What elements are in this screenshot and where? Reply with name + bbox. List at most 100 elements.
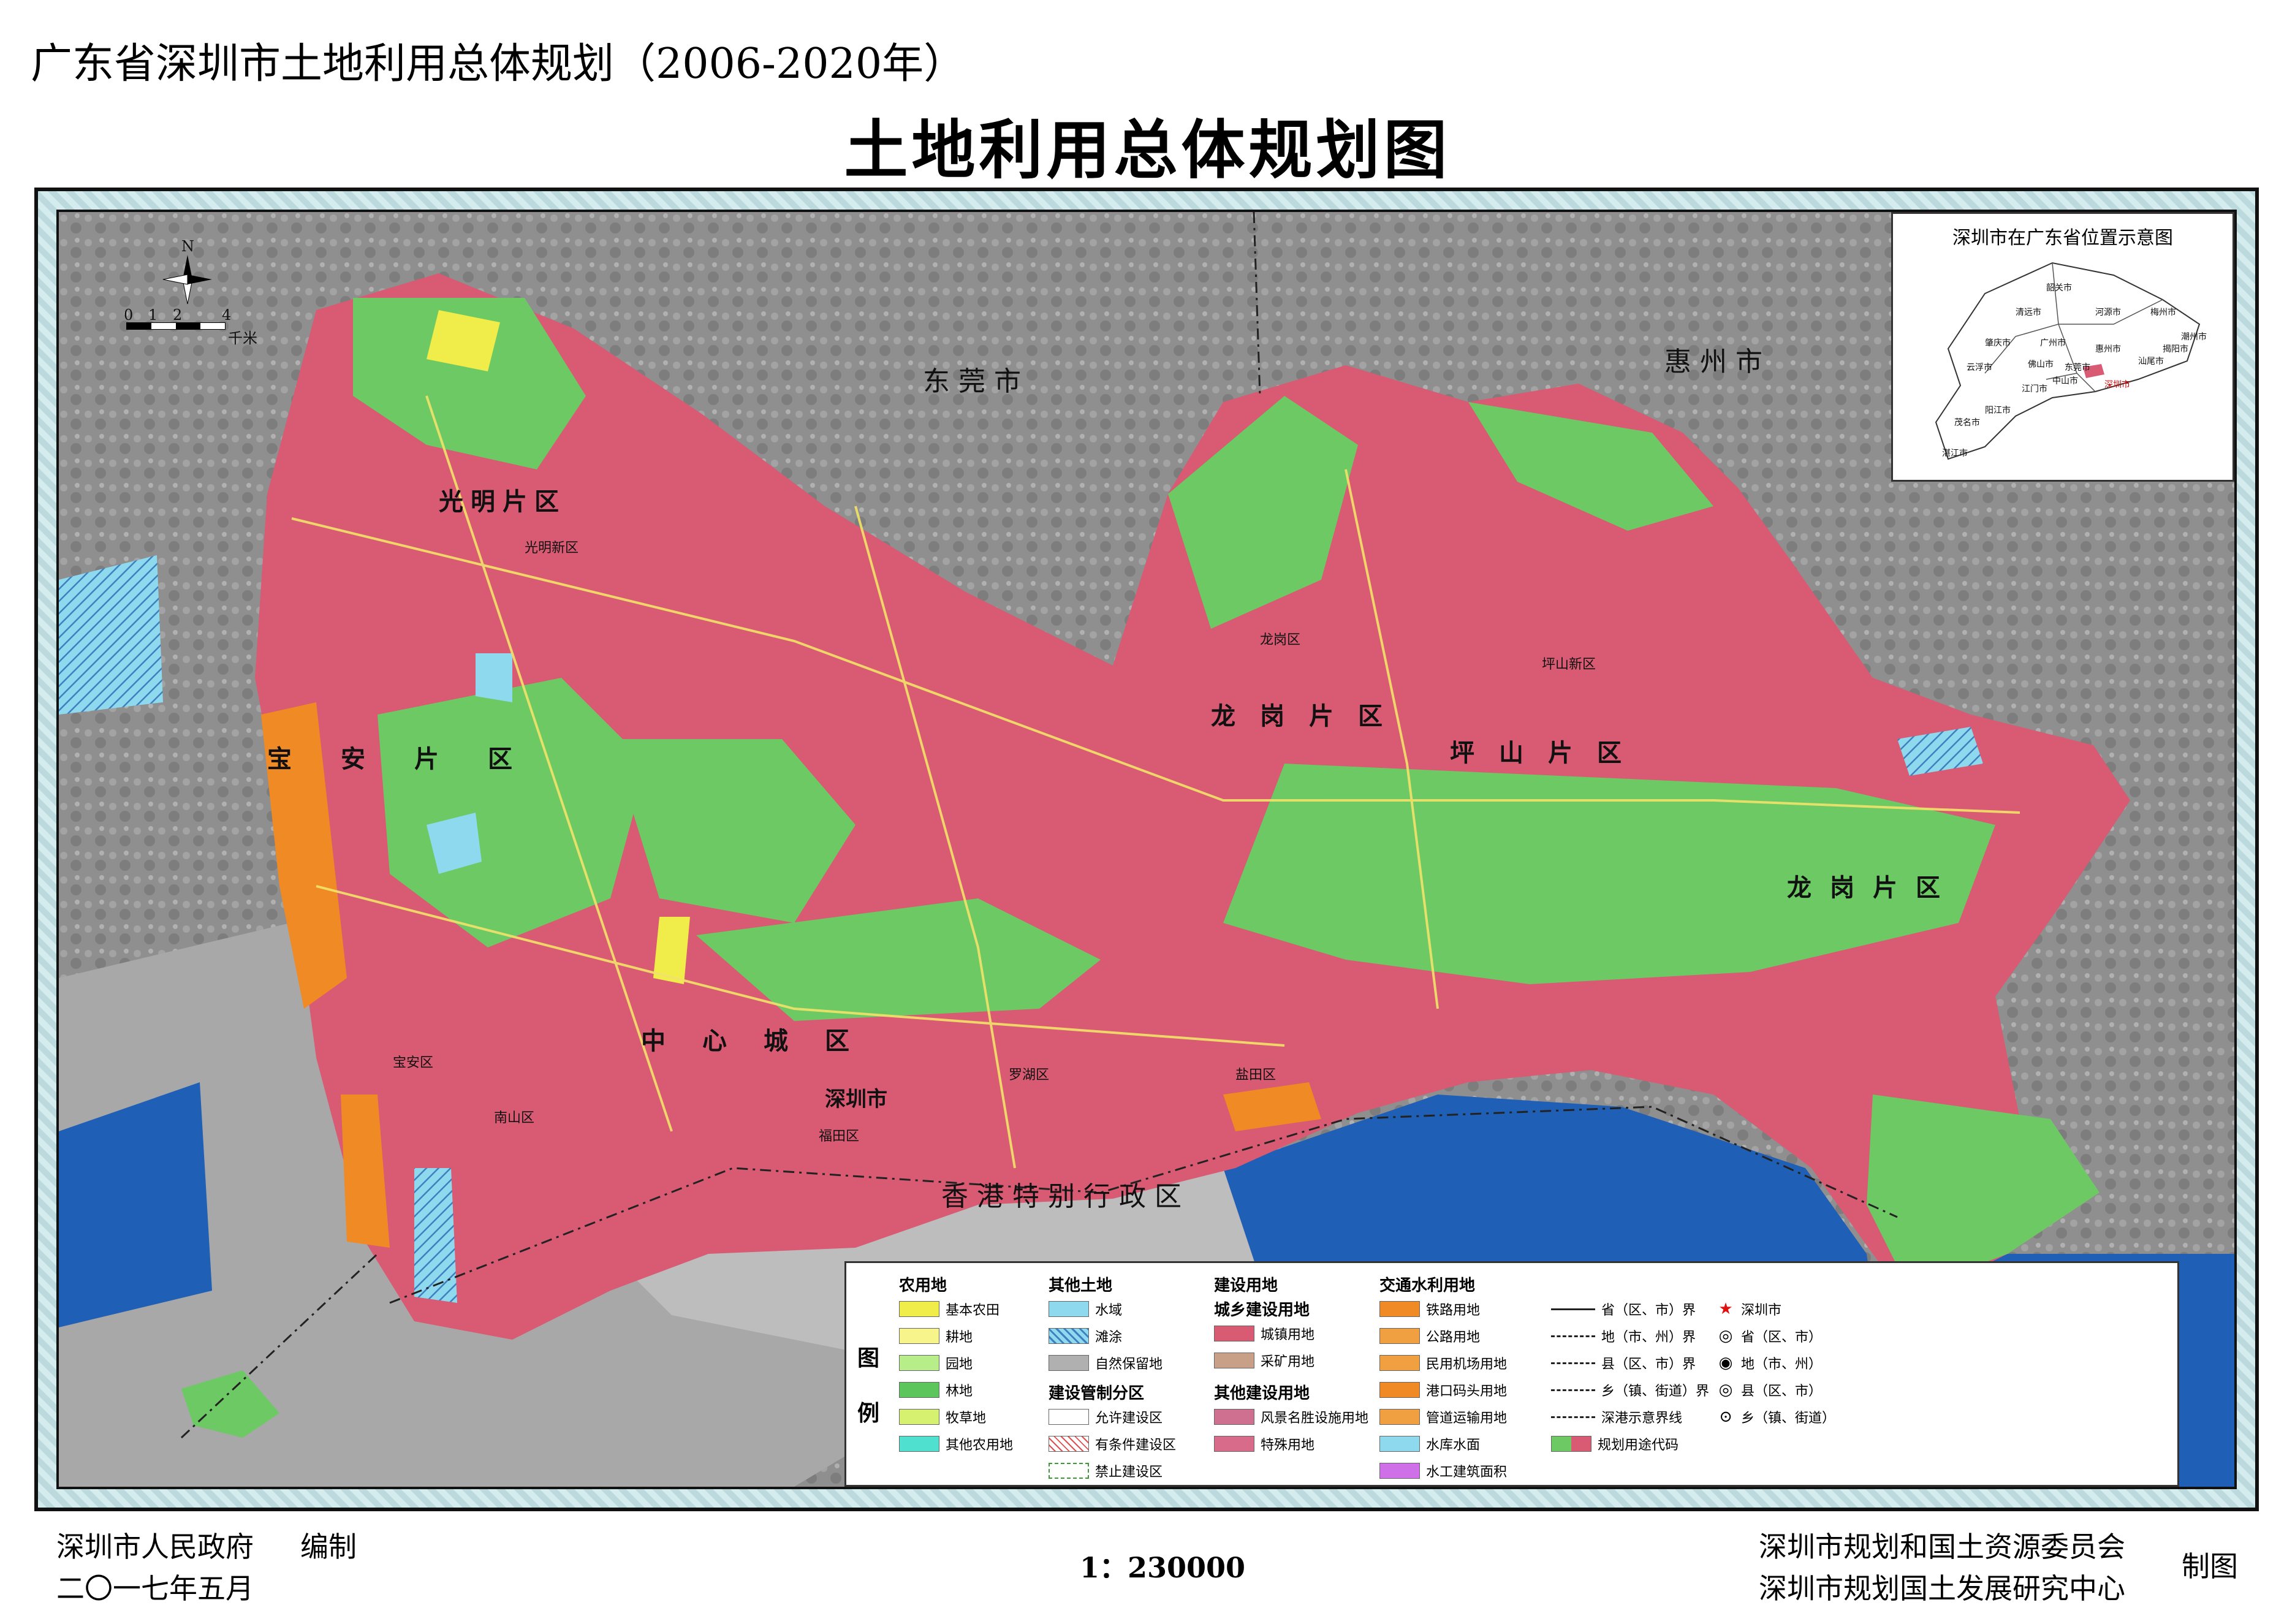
label-huizhou: 惠州市 — [1664, 346, 1771, 378]
legend-code-item-label: 规划用途代码 — [1598, 1438, 1679, 1453]
legend-transport-item-5-label: 水库水面 — [1426, 1438, 1481, 1453]
legend-transport-item-2-label: 民用机场用地 — [1426, 1357, 1508, 1372]
legend-transport-item-1: 公路用地 — [1379, 1327, 1480, 1345]
legend-boundary-item-2: 县（区、市）界 — [1551, 1354, 1696, 1372]
inset-city-10: 云浮市 — [1967, 363, 1992, 373]
legend-side-char-2: 例 — [857, 1400, 880, 1426]
scale-tick-2: 2 — [173, 306, 183, 324]
footer-right-org1: 深圳市规划和国土资源委员会 — [1759, 1530, 2125, 1563]
legend-other-construction-title: 其他建设用地 — [1214, 1384, 1310, 1403]
legend-zoning-item-1-label: 有条件建设区 — [1095, 1438, 1177, 1453]
inset-city-15: 阳江市 — [1985, 406, 2011, 415]
reservoir-1 — [476, 653, 512, 702]
legend-transport-item-6-label: 水工建筑面积 — [1426, 1465, 1508, 1480]
footer-right-action: 制图 — [2182, 1550, 2238, 1583]
legend-transport-6-swatch — [1379, 1463, 1420, 1479]
inset-city-4: 潮州市 — [2181, 332, 2207, 342]
footer-right-org2: 深圳市规划国土发展研究中心 — [1759, 1572, 2125, 1605]
label-pingshan-new: 坪山新区 — [1542, 657, 1596, 672]
legend-agri-item-3-label: 林地 — [946, 1384, 973, 1399]
legend-zoning-item-2-label: 禁止建设区 — [1095, 1465, 1163, 1480]
legend-side-char-1: 图 — [857, 1345, 880, 1371]
label-guangming-district: 光明片区 — [439, 487, 566, 516]
inset-city-8: 汕尾市 — [2138, 357, 2164, 366]
scale-tick-1: 1 — [148, 306, 158, 324]
label-guangming-new: 光明新区 — [525, 541, 579, 556]
legend-transport-item-1-label: 公路用地 — [1426, 1330, 1481, 1345]
inset-city-9: 揭阳市 — [2163, 344, 2188, 354]
legend-zoning-item-1: 有条件建设区 — [1049, 1435, 1176, 1453]
legend-symbol-item-0-label: 深圳市 — [1741, 1303, 1782, 1318]
legend-boundary-2-line — [1551, 1362, 1595, 1364]
inset-city-6: 广州市 — [2040, 338, 2066, 348]
label-dongguan: 东莞市 — [923, 366, 1030, 397]
legend-other-construction-item-1-label: 特殊用地 — [1261, 1438, 1315, 1453]
scale-unit: 千米 — [228, 330, 257, 347]
footer-left-action: 编制 — [300, 1530, 357, 1563]
label-yantian: 盐田区 — [1235, 1068, 1276, 1083]
legend-symbol-2-icon: ◉ — [1718, 1354, 1733, 1372]
legend-agri-item-5-label: 其他农用地 — [946, 1438, 1014, 1453]
legend-transport-item-5: 水库水面 — [1379, 1435, 1480, 1453]
legend-agri-1-swatch — [899, 1328, 939, 1344]
label-shenzhen-city: 深圳市 — [825, 1087, 887, 1112]
legend-boundary-item-1: 地（市、州）界 — [1551, 1327, 1696, 1345]
legend-agri-item-2: 园地 — [899, 1354, 973, 1372]
inset-city-0: 韶关市 — [2046, 283, 2072, 293]
legend-boundary-3-line — [1551, 1389, 1595, 1391]
legend-transport-0-swatch — [1379, 1301, 1420, 1317]
legend-side-label: 图 例 — [857, 1330, 879, 1441]
legend-symbol-0-icon: ★ — [1718, 1300, 1733, 1318]
footer-scale: 1：230000 — [1080, 1551, 1246, 1584]
map-area[interactable]: N 0 1 2 4 千米 东莞市 惠州市 香港特别行政区 光明片区 宝安片区 龙… — [56, 210, 2237, 1489]
legend-symbol-item-3-label: 县（区、市） — [1741, 1384, 1823, 1399]
legend-other-item-0-label: 水域 — [1095, 1303, 1123, 1318]
inset-city-12: 东莞市 — [2065, 363, 2090, 373]
legend-agri-4-swatch — [899, 1409, 939, 1425]
legend-other-item-2-label: 自然保留地 — [1095, 1357, 1163, 1372]
legend-other-construction-1-swatch — [1214, 1436, 1254, 1452]
legend-zoning-1-swatch — [1049, 1436, 1089, 1452]
legend-other-item-0: 水域 — [1049, 1300, 1122, 1318]
compass-and-scale: N 0 1 2 4 千米 — [120, 238, 257, 347]
legend-symbol-item-2: ◉ 地（市、州） — [1717, 1354, 1822, 1372]
label-longgang-east-district: 龙岗片区 — [1787, 873, 1959, 902]
legend-transport-1-swatch — [1379, 1328, 1420, 1344]
label-baoan-qu: 宝安区 — [393, 1055, 434, 1071]
legend-other-2-swatch — [1049, 1355, 1089, 1371]
legend-agri-item-5: 其他农用地 — [899, 1435, 1013, 1453]
legend-transport-4-swatch — [1379, 1409, 1420, 1425]
legend-boundary-item-0-label: 省（区、市）界 — [1601, 1303, 1696, 1318]
legend-transport-item-3-label: 港口码头用地 — [1426, 1384, 1508, 1399]
legend-transport-item-6: 水工建筑面积 — [1379, 1462, 1507, 1480]
legend-transport-item-3: 港口码头用地 — [1379, 1381, 1507, 1399]
legend-other-construction-item-1: 特殊用地 — [1214, 1435, 1314, 1453]
scale-tick-4: 4 — [222, 306, 232, 324]
footer-left-date: 二〇一七年五月 — [56, 1572, 254, 1605]
legend-symbol-3-icon: ◎ — [1718, 1381, 1733, 1399]
legend-code-item: 规划用途代码 — [1551, 1435, 1679, 1453]
legend-other-1-swatch — [1049, 1328, 1089, 1344]
legend-construction-item-0-label: 城镇用地 — [1261, 1327, 1315, 1343]
legend-symbol-item-4-label: 乡（镇、街道） — [1741, 1411, 1836, 1426]
legend-symbol-item-0: ★ 深圳市 — [1717, 1300, 1781, 1318]
label-center-district: 中心城区 — [641, 1026, 886, 1055]
legend-other-item-1: 滩涂 — [1049, 1327, 1122, 1345]
inset-city-14: 江门市 — [2022, 384, 2047, 394]
inset-city-3: 梅州市 — [2150, 308, 2176, 317]
legend-symbol-4-icon: ⊙ — [1719, 1408, 1732, 1426]
legend-construction-item-1: 采矿用地 — [1214, 1351, 1314, 1370]
legend-transport-item-4: 管道运输用地 — [1379, 1408, 1507, 1426]
legend-boundary-item-0: 省（区、市）界 — [1551, 1300, 1696, 1318]
legend-construction-item-1-label: 采矿用地 — [1261, 1354, 1315, 1370]
legend-boundary-1-line — [1551, 1335, 1595, 1337]
legend-transport-title: 交通水利用地 — [1379, 1277, 1476, 1295]
label-pingshan-district: 坪山片区 — [1450, 738, 1646, 767]
legend-transport-3-swatch — [1379, 1382, 1420, 1398]
inset-city-18: 中山市 — [2052, 376, 2078, 386]
legend-transport-item-2: 民用机场用地 — [1379, 1354, 1507, 1372]
map-title: 土地利用总体规划图 — [844, 112, 1451, 188]
inset-city-16: 茂名市 — [1954, 418, 1980, 428]
legend-other-construction-item-0: 风景名胜设施用地 — [1214, 1408, 1368, 1426]
location-inset-map: 深圳市在广东省位置示意图 韶关市 清远市 河源市 梅州市 潮州市 肇庆市 广州市… — [1891, 212, 2234, 482]
